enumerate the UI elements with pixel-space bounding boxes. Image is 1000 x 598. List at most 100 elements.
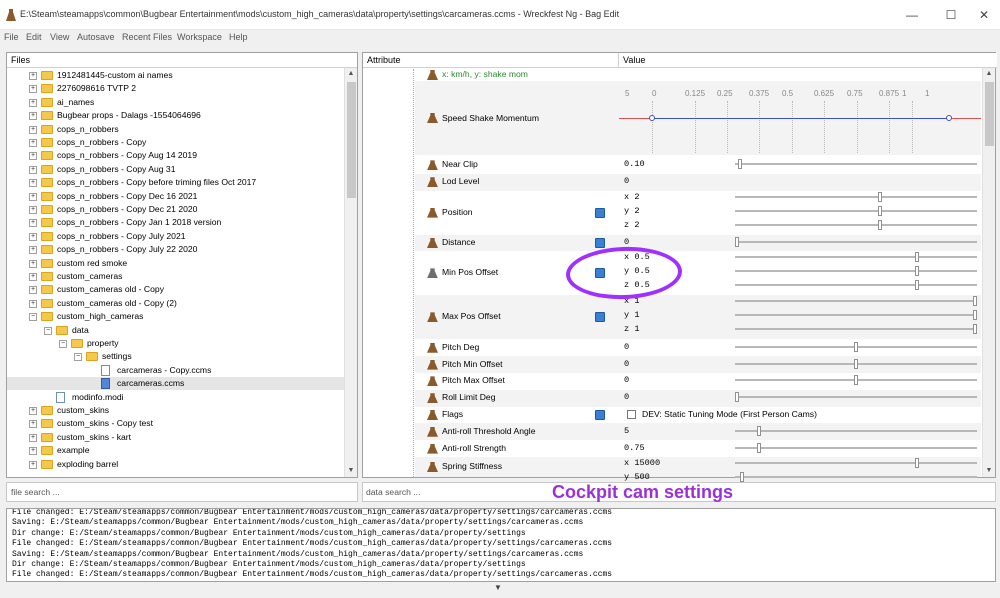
value-slider[interactable]	[735, 256, 977, 259]
value-slider[interactable]	[735, 284, 977, 287]
attr-value-input[interactable]: 0.10	[624, 159, 645, 169]
value-slider[interactable]	[735, 476, 977, 478]
expand-icon[interactable]: +	[29, 286, 37, 295]
tree-item[interactable]: + custom_skins - Copy test	[7, 417, 344, 430]
attr-value-input[interactable]: z 1	[624, 324, 639, 334]
expand-icon[interactable]: +	[29, 179, 37, 188]
tree-item[interactable]: + cops_n_robbers - Copy Aug 31	[7, 163, 344, 176]
expand-icon[interactable]: +	[29, 433, 37, 442]
flag-checkbox[interactable]	[627, 409, 636, 419]
value-slider[interactable]	[735, 314, 977, 317]
menu-file[interactable]: File	[4, 30, 19, 44]
attr-value-input[interactable]: 0	[624, 176, 629, 186]
tree-item[interactable]: + example	[7, 444, 344, 457]
save-icon[interactable]	[595, 312, 605, 323]
slider-handle[interactable]	[735, 236, 740, 247]
tree-item[interactable]: + exploding barrel	[7, 458, 344, 471]
curve-point[interactable]	[946, 115, 952, 121]
scroll-down-icon[interactable]: ▼	[983, 465, 995, 477]
value-slider[interactable]	[735, 446, 977, 449]
tree-item[interactable]: +2276098616 TVTP 2	[7, 82, 344, 95]
close-button[interactable]: ✕	[970, 6, 998, 24]
slider-handle[interactable]	[914, 252, 919, 263]
tree-item[interactable]: carcameras.ccms	[7, 377, 344, 391]
attributes-scrollbar[interactable]: ▲ ▼	[982, 68, 995, 477]
slider-handle[interactable]	[757, 442, 762, 453]
attr-row-lod-level[interactable]: Lod Level 0	[415, 173, 981, 191]
slider-handle[interactable]	[740, 472, 745, 482]
value-slider[interactable]	[735, 328, 977, 331]
slider-handle[interactable]	[735, 392, 740, 403]
menu-workspace[interactable]: Workspace	[177, 30, 222, 44]
expand-icon[interactable]: +	[29, 152, 37, 161]
slider-handle[interactable]	[972, 324, 977, 335]
expand-icon[interactable]: +	[29, 299, 37, 308]
attr-row-anti-roll-strength[interactable]: Anti-roll Strength 0.75	[415, 440, 981, 457]
expand-icon[interactable]: +	[29, 206, 37, 214]
menu-edit[interactable]: Edit	[26, 30, 42, 44]
expand-icon[interactable]: +	[29, 447, 37, 456]
expand-icon[interactable]: +	[29, 246, 37, 255]
tree-item[interactable]: + ai_names	[7, 96, 344, 109]
value-slider[interactable]	[735, 300, 977, 303]
save-icon[interactable]	[595, 409, 605, 420]
menu-autosave[interactable]: Autosave	[77, 30, 115, 44]
expand-icon[interactable]: +	[29, 273, 37, 281]
files-scrollbar[interactable]: ▲ ▼	[344, 68, 357, 477]
speed-shake-curve[interactable]: 5 0 0.125 0.25 0.375 0.5 0.625 0.75 0.875 1 1	[619, 81, 981, 155]
attr-value-input[interactable]: z 2	[624, 220, 639, 230]
attr-row-roll-limit-deg[interactable]: Roll Limit Deg 0	[415, 389, 981, 407]
chevron-down-icon[interactable]: ▼	[494, 583, 502, 592]
expand-icon[interactable]: +	[29, 139, 37, 147]
attr-value-input[interactable]: 0	[624, 342, 629, 352]
attr-row-min-pos-offset[interactable]: Min Pos Offset x 0.5 y 0.5 z 0.5	[415, 251, 981, 295]
menu-recent-files[interactable]: Recent Files	[122, 30, 172, 44]
attr-row-max-pos-offset[interactable]: Max Pos Offset x 1y 1z 1	[415, 295, 981, 340]
expand-icon[interactable]: +	[29, 460, 37, 469]
collapse-icon[interactable]: −	[44, 326, 52, 335]
slider-handle[interactable]	[737, 159, 742, 170]
slider-handle[interactable]	[878, 219, 883, 230]
file-search-input[interactable]: file search ...	[6, 482, 358, 502]
value-slider[interactable]	[735, 209, 977, 212]
expand-icon[interactable]: +	[29, 192, 37, 201]
tree-item[interactable]: + cops_n_robbers - Copy July 2021	[7, 230, 344, 243]
files-scroll-thumb[interactable]	[347, 82, 356, 198]
attr-value-input[interactable]: 0	[624, 359, 629, 369]
minimize-button[interactable]: —	[898, 6, 926, 24]
attr-value-input[interactable]: 5	[624, 426, 629, 436]
slider-handle[interactable]	[878, 205, 883, 216]
value-slider[interactable]	[735, 240, 977, 243]
attr-row-flags[interactable]: Flags DEV: Static Tuning Mode (First Pers…	[415, 407, 981, 424]
scroll-up-icon[interactable]: ▲	[345, 68, 357, 80]
tree-item[interactable]: + custom_cameras old - Copy (2)	[7, 297, 344, 310]
tree-item[interactable]: + Bugbear props - Dalags -1554064696	[7, 109, 344, 122]
tree-item[interactable]: + cops_n_robbers - Copy Aug 14 2019	[7, 149, 344, 162]
attr-row-pitch-min-offset[interactable]: Pitch Min Offset 0	[415, 356, 981, 373]
slider-handle[interactable]	[972, 296, 977, 307]
value-slider[interactable]	[735, 396, 977, 399]
collapse-icon[interactable]: −	[59, 340, 67, 348]
expand-icon[interactable]: +	[29, 407, 37, 415]
value-column-header[interactable]: Value	[619, 53, 997, 68]
slider-handle[interactable]	[854, 341, 858, 352]
slider-handle[interactable]	[854, 375, 858, 386]
tree-item[interactable]: + custom_skins	[7, 404, 344, 417]
save-icon[interactable]	[595, 207, 605, 218]
tree-item[interactable]: + cops_n_robbers - Copy July 22 2020	[7, 243, 344, 256]
collapse-icon[interactable]: −	[74, 353, 82, 362]
maximize-button[interactable]: ☐	[937, 6, 965, 24]
attr-value-input[interactable]: y 500	[624, 472, 650, 482]
value-slider[interactable]	[735, 163, 977, 166]
expand-icon[interactable]: +	[29, 98, 37, 107]
tree-item[interactable]: +1912481445-custom ai names	[7, 69, 344, 82]
tree-item[interactable]: + cops_n_robbers - Copy before triming fi…	[7, 176, 344, 189]
tree-item[interactable]: carcameras - Copy.ccms	[7, 364, 344, 377]
tree-item[interactable]: + cops_n_robbers - Copy Dec 16 2021	[7, 190, 344, 203]
attr-value-input[interactable]: x 2	[624, 192, 639, 202]
menu-view[interactable]: View	[50, 30, 69, 44]
attr-value-input[interactable]: y 2	[624, 206, 639, 216]
tree-item[interactable]: modinfo.modi	[7, 391, 344, 404]
expand-icon[interactable]: +	[29, 232, 37, 241]
tree-item[interactable]: − settings	[7, 350, 344, 363]
